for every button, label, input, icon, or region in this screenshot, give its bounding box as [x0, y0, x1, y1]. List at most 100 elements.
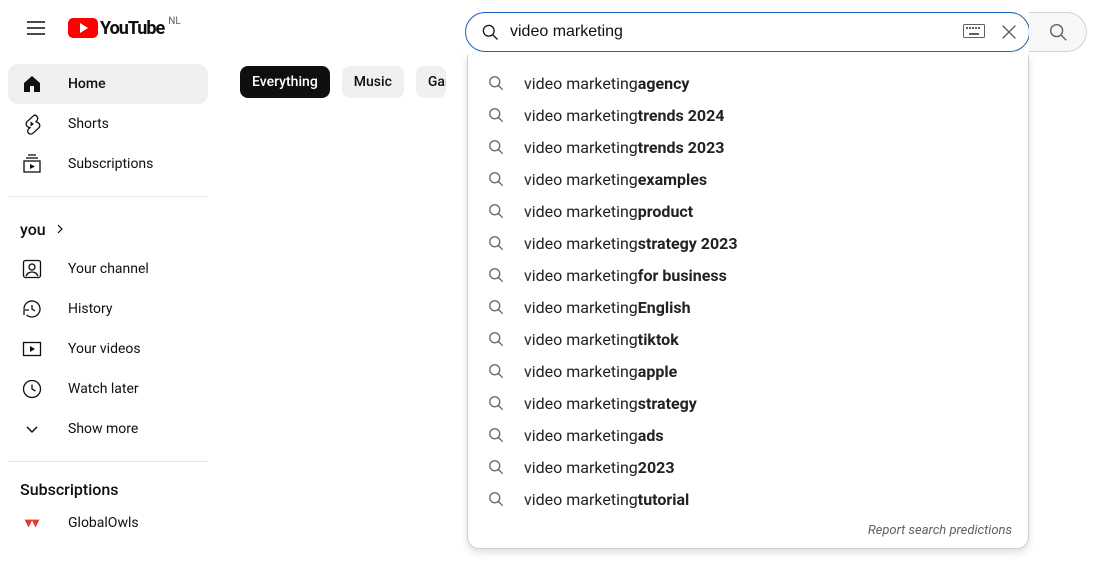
youtube-play-icon — [68, 18, 98, 38]
search-icon — [486, 329, 506, 349]
suggestion-suffix: ads — [638, 426, 664, 445]
search-icon — [486, 73, 506, 93]
sidebar-separator — [8, 461, 208, 462]
youtube-logo[interactable]: YouTube NL — [68, 18, 181, 39]
clock-icon — [20, 377, 44, 401]
search-icon — [486, 201, 506, 221]
suggestion-prefix: video marketing — [524, 458, 638, 477]
suggestion-prefix: video marketing — [524, 266, 638, 285]
suggestion-suffix: strategy 2023 — [638, 234, 738, 253]
search-suggestion-item[interactable]: video marketingads — [468, 419, 1028, 451]
filter-chip-row: Everything Music Gaming — [240, 66, 446, 98]
sidebar-item-subscriptions[interactable]: Subscriptions — [8, 144, 208, 184]
search-icon — [486, 393, 506, 413]
suggestion-prefix: video marketing — [524, 106, 638, 125]
search-icon — [486, 169, 506, 189]
suggestion-prefix: video marketing — [524, 490, 638, 509]
search-suggestion-item[interactable]: video marketingtiktok — [468, 323, 1028, 355]
suggestion-suffix: trends 2024 — [638, 106, 725, 125]
sidebar-item-watch-later[interactable]: Watch later — [8, 369, 208, 409]
search-suggestion-item[interactable]: video marketingstrategy 2023 — [468, 227, 1028, 259]
search-icon — [486, 265, 506, 285]
sidebar: Home Shorts Subscriptions you Your chann… — [0, 56, 216, 543]
keyboard-icon[interactable] — [963, 24, 987, 40]
search-leading-icon — [478, 22, 502, 42]
search-wrap — [465, 12, 1087, 52]
sidebar-item-show-more[interactable]: Show more — [8, 409, 208, 449]
suggestion-prefix: video marketing — [524, 298, 638, 317]
hamburger-icon — [24, 16, 48, 40]
sidebar-item-label: Home — [68, 76, 106, 92]
sidebar-subscriptions-heading: Subscriptions — [8, 474, 208, 503]
sidebar-item-label: Subscriptions — [68, 156, 153, 172]
sidebar-item-history[interactable]: History — [8, 289, 208, 329]
search-icon — [1047, 21, 1069, 43]
chip-everything[interactable]: Everything — [240, 66, 330, 98]
suggestion-prefix: video marketing — [524, 74, 638, 93]
chevron-right-icon — [52, 221, 68, 237]
search-suggestion-item[interactable]: video marketingfor business — [468, 259, 1028, 291]
sidebar-item-label: Shorts — [68, 116, 109, 132]
channel-avatar: ▾▾ — [20, 511, 44, 535]
sidebar-item-label: Your videos — [68, 341, 141, 357]
home-icon — [20, 72, 44, 96]
search-suggestion-item[interactable]: video marketingtrends 2023 — [468, 131, 1028, 163]
sidebar-item-your-videos[interactable]: Your videos — [8, 329, 208, 369]
search-suggestion-item[interactable]: video marketingproduct — [468, 195, 1028, 227]
suggestion-prefix: video marketing — [524, 426, 638, 445]
suggestion-suffix: strategy — [638, 394, 697, 413]
search-input[interactable] — [502, 23, 963, 41]
logo-text: YouTube — [100, 18, 164, 39]
search-icon — [486, 361, 506, 381]
country-code: NL — [168, 16, 181, 27]
suggestion-suffix: tutorial — [638, 490, 690, 509]
search-icon — [486, 233, 506, 253]
search-suggestion-item[interactable]: video marketingapple — [468, 355, 1028, 387]
search-suggestion-item[interactable]: video marketing2023 — [468, 451, 1028, 483]
chip-gaming[interactable]: Gaming — [416, 66, 446, 98]
suggestion-suffix: 2023 — [638, 458, 675, 477]
search-suggestions-dropdown: video marketingagencyvideo marketingtren… — [467, 55, 1029, 549]
suggestion-prefix: video marketing — [524, 362, 638, 381]
shorts-icon — [20, 112, 44, 136]
search-suggestion-item[interactable]: video marketingagency — [468, 67, 1028, 99]
search-suggestion-item[interactable]: video marketingEnglish — [468, 291, 1028, 323]
history-icon — [20, 297, 44, 321]
search-icon — [486, 425, 506, 445]
search-suggestion-item[interactable]: video marketingexamples — [468, 163, 1028, 195]
search-icon — [486, 489, 506, 509]
suggestion-suffix: for business — [638, 266, 727, 285]
suggestion-suffix: trends 2023 — [638, 138, 725, 157]
chip-music[interactable]: Music — [342, 66, 404, 98]
suggestion-suffix: examples — [638, 170, 707, 189]
search-icon — [486, 137, 506, 157]
sidebar-item-label: Watch later — [68, 381, 139, 397]
sidebar-item-home[interactable]: Home — [8, 64, 208, 104]
report-predictions-link[interactable]: Report search predictions — [468, 515, 1028, 542]
sidebar-item-label: History — [68, 301, 113, 317]
sidebar-you-heading[interactable]: you — [8, 209, 208, 249]
search-suggestion-item[interactable]: video marketingtutorial — [468, 483, 1028, 515]
suggestion-prefix: video marketing — [524, 330, 638, 349]
suggestion-prefix: video marketing — [524, 394, 638, 413]
hamburger-menu-button[interactable] — [16, 8, 56, 48]
sidebar-item-shorts[interactable]: Shorts — [8, 104, 208, 144]
chevron-down-icon — [20, 417, 44, 441]
search-icon — [486, 457, 506, 477]
header: YouTube NL — [0, 0, 1106, 56]
suggestion-prefix: video marketing — [524, 202, 638, 221]
subscriptions-icon — [20, 152, 44, 176]
sidebar-item-your-channel[interactable]: Your channel — [8, 249, 208, 289]
suggestion-prefix: video marketing — [524, 234, 638, 253]
search-suggestion-item[interactable]: video marketingtrends 2024 — [468, 99, 1028, 131]
sidebar-subscription-item[interactable]: ▾▾ GlobalOwls — [8, 503, 208, 543]
sidebar-item-label: Your channel — [68, 261, 149, 277]
search-icon — [486, 105, 506, 125]
search-suggestion-item[interactable]: video marketingstrategy — [468, 387, 1028, 419]
suggestion-suffix: product — [638, 202, 693, 221]
suggestion-suffix: tiktok — [638, 330, 679, 349]
suggestion-prefix: video marketing — [524, 170, 638, 189]
clear-search-button[interactable] — [993, 16, 1025, 48]
search-box — [465, 12, 1030, 52]
search-button[interactable] — [1029, 12, 1087, 52]
